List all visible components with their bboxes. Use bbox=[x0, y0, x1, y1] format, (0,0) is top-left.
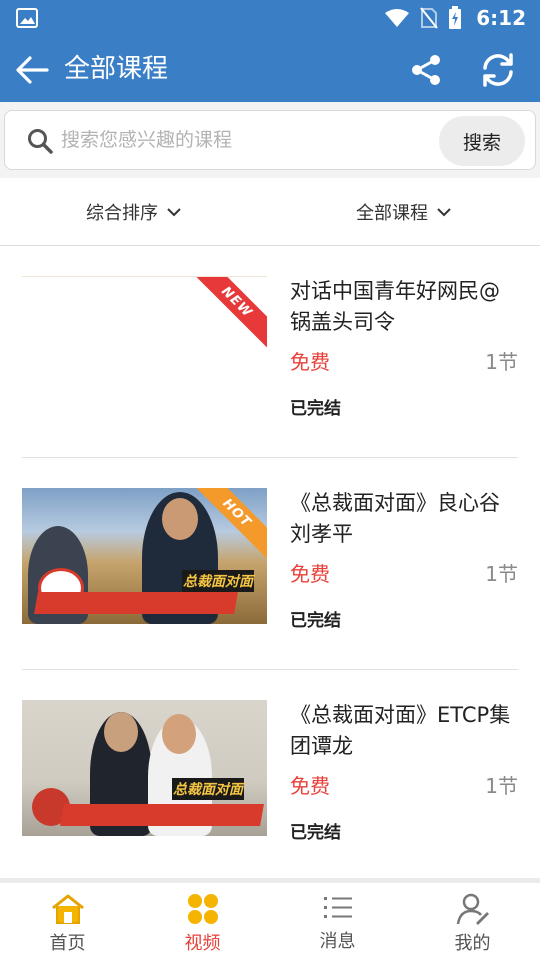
course-item[interactable]: 总裁面对面 HOT 《总裁面对面》良心谷刘孝平 免费 1节 已完结 bbox=[22, 458, 518, 670]
course-lessons: 1节 bbox=[485, 350, 518, 374]
chevron-down-icon bbox=[167, 208, 181, 217]
list-icon bbox=[323, 897, 352, 918]
photo-icon bbox=[16, 8, 38, 28]
nav-home[interactable]: 首页 bbox=[0, 883, 135, 960]
caption-banner bbox=[34, 592, 238, 614]
bottom-nav: 首页 视频 消息 我的 bbox=[0, 878, 540, 960]
refresh-icon bbox=[483, 53, 513, 87]
new-badge: NEW bbox=[186, 277, 267, 353]
filter-bar: 综合排序 全部课程 bbox=[0, 178, 540, 246]
search-bar: 搜索 bbox=[0, 102, 540, 178]
status-bar: 6:12 bbox=[0, 0, 540, 36]
face-image bbox=[162, 498, 198, 540]
face-image bbox=[162, 714, 196, 754]
nav-profile-label: 我的 bbox=[454, 933, 491, 954]
course-price: 免费 bbox=[290, 350, 330, 374]
course-item[interactable]: 总裁面对面 《总裁面对面》ETCP集团谭龙 免费 1节 已完结 bbox=[22, 670, 518, 882]
category-dropdown[interactable]: 全部课程 bbox=[356, 178, 452, 246]
search-button[interactable]: 搜索 bbox=[439, 116, 525, 166]
refresh-button[interactable] bbox=[476, 48, 520, 92]
status-icons: 6:12 bbox=[384, 0, 526, 36]
nav-video[interactable]: 视频 bbox=[135, 883, 270, 960]
show-logo: 总裁面对面 bbox=[172, 778, 244, 800]
back-arrow-icon bbox=[16, 56, 49, 84]
course-title: 对话中国青年好网民@锅盖头司令 bbox=[290, 279, 500, 334]
chevron-down-icon bbox=[437, 208, 451, 217]
no-sim-icon bbox=[420, 7, 439, 29]
course-status: 已完结 bbox=[290, 823, 341, 843]
course-thumbnail: 总裁面对面 bbox=[22, 700, 267, 836]
course-price: 免费 bbox=[290, 774, 330, 798]
nav-home-label: 首页 bbox=[49, 933, 86, 954]
course-thumbnail: 总裁面对面 HOT bbox=[22, 488, 267, 624]
course-status: 已完结 bbox=[290, 399, 341, 419]
caption-banner bbox=[60, 804, 264, 826]
sort-label: 综合排序 bbox=[86, 203, 158, 224]
app-bar: 全部课程 bbox=[0, 36, 540, 102]
category-label: 全部课程 bbox=[356, 203, 428, 224]
clock: 6:12 bbox=[476, 6, 526, 30]
search-input[interactable] bbox=[61, 123, 431, 157]
nav-messages[interactable]: 消息 bbox=[270, 883, 405, 960]
show-logo: 总裁面对面 bbox=[182, 570, 254, 592]
back-button[interactable] bbox=[10, 48, 54, 92]
nav-profile[interactable]: 我的 bbox=[405, 883, 540, 960]
course-lessons: 1节 bbox=[485, 774, 518, 798]
battery-icon bbox=[449, 6, 462, 29]
page-title: 全部课程 bbox=[64, 54, 169, 84]
share-button[interactable] bbox=[404, 48, 448, 92]
sort-dropdown[interactable]: 综合排序 bbox=[86, 178, 182, 246]
course-lessons: 1节 bbox=[485, 562, 518, 586]
search-icon bbox=[28, 129, 53, 154]
course-thumbnail: NEW bbox=[22, 276, 267, 412]
wifi-icon bbox=[385, 9, 410, 27]
face-image bbox=[104, 712, 138, 752]
course-title: 《总裁面对面》良心谷刘孝平 bbox=[290, 491, 500, 546]
search-box: 搜索 bbox=[4, 110, 536, 170]
nav-messages-label: 消息 bbox=[319, 931, 356, 952]
course-status: 已完结 bbox=[290, 611, 341, 631]
home-icon bbox=[51, 894, 84, 924]
profile-icon bbox=[456, 893, 489, 925]
course-title: 《总裁面对面》ETCP集团谭龙 bbox=[290, 703, 511, 758]
nav-video-label: 视频 bbox=[184, 933, 221, 954]
course-price: 免费 bbox=[290, 562, 330, 586]
video-grid-icon bbox=[187, 894, 218, 924]
course-item[interactable]: NEW 对话中国青年好网民@锅盖头司令 免费 1节 已完结 bbox=[22, 246, 518, 458]
share-icon bbox=[412, 55, 440, 85]
